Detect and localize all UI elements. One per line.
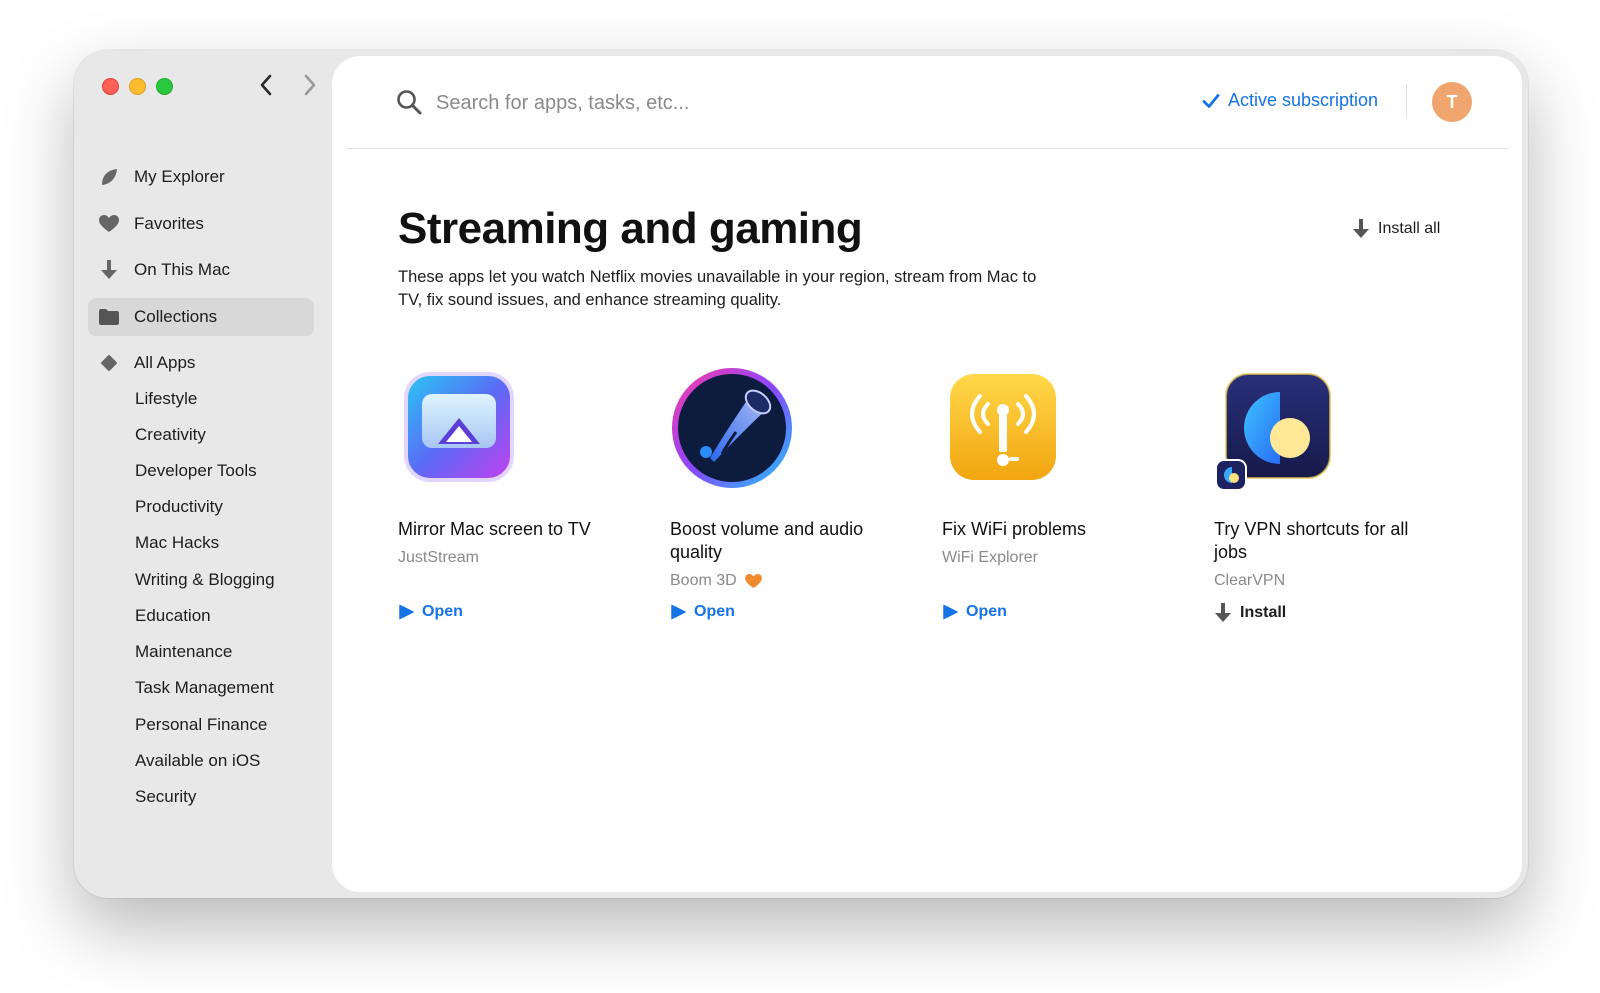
- play-icon: [399, 604, 414, 620]
- app-card-boom3d[interactable]: Boost volume and audio quality Boom 3D O…: [670, 366, 910, 620]
- sidebar-category-productivity[interactable]: Productivity: [135, 496, 223, 518]
- sidebar-item-on-this-mac[interactable]: On This Mac: [88, 251, 314, 289]
- user-avatar[interactable]: T: [1432, 82, 1472, 122]
- sidebar-category-lifestyle[interactable]: Lifestyle: [135, 388, 197, 410]
- history-navigation: [254, 70, 322, 100]
- sidebar-category-personal-finance[interactable]: Personal Finance: [135, 714, 267, 736]
- sidebar-item-label: All Apps: [134, 353, 196, 372]
- chevron-left-icon: [260, 74, 272, 96]
- sidebar-item-label: Collections: [134, 307, 218, 326]
- minimize-window-button[interactable]: [129, 78, 146, 95]
- search-input[interactable]: [434, 84, 958, 122]
- app-task-title: Mirror Mac screen to TV: [398, 519, 591, 539]
- main-content: Active subscription T Streaming and gami…: [332, 56, 1522, 892]
- play-icon: [943, 604, 958, 620]
- download-arrow-icon: [98, 259, 120, 281]
- diamond-icon: [98, 352, 120, 374]
- juststream-icon: [398, 366, 522, 490]
- collection-description: These apps let you watch Netflix movies …: [398, 268, 1037, 309]
- sidebar-item-collections[interactable]: Collections: [88, 298, 314, 336]
- sidebar-category-education[interactable]: Education: [135, 605, 211, 627]
- sidebar-category-mac-hacks[interactable]: Mac Hacks: [135, 532, 219, 554]
- sidebar-item-favorites[interactable]: Favorites: [88, 205, 314, 243]
- sidebar-item-my-explorer[interactable]: My Explorer: [88, 158, 314, 196]
- zoom-window-button[interactable]: [156, 78, 173, 95]
- app-name: JustStream: [398, 549, 479, 566]
- back-button[interactable]: [254, 70, 278, 100]
- boom3d-icon: [670, 366, 794, 490]
- install-all-label: Install all: [1378, 220, 1441, 237]
- subscription-label: Active subscription: [1228, 90, 1379, 110]
- wifi-explorer-icon: [942, 366, 1066, 490]
- install-button[interactable]: Install: [1214, 603, 1286, 623]
- sidebar-category-security[interactable]: Security: [135, 786, 196, 808]
- favorite-heart-icon: [744, 573, 762, 588]
- app-name: Boom 3D: [670, 572, 762, 590]
- sidebar-category-maintenance[interactable]: Maintenance: [135, 641, 232, 663]
- app-task-title: Try VPN shortcuts for all jobs: [1214, 519, 1409, 562]
- sidebar-item-label: My Explorer: [134, 167, 225, 186]
- sidebar-category-task-management[interactable]: Task Management: [135, 677, 274, 699]
- sidebar-category-writing-blogging[interactable]: Writing & Blogging: [135, 569, 275, 591]
- sidebar-item-label: Favorites: [134, 214, 204, 233]
- app-card-wifi-explorer[interactable]: Fix WiFi problems WiFi Explorer Open: [942, 366, 1182, 620]
- top-bar: Active subscription T: [346, 56, 1508, 149]
- sidebar-item-label: On This Mac: [134, 260, 231, 279]
- app-task-title: Boost volume and audio quality: [670, 519, 864, 562]
- app-name: ClearVPN: [1214, 572, 1286, 589]
- app-card-juststream[interactable]: Mirror Mac screen to TV JustStream Open: [398, 366, 638, 620]
- install-all-button[interactable]: Install all: [1352, 219, 1440, 239]
- subscription-status[interactable]: Active subscription: [1202, 90, 1378, 111]
- leaf-icon: [98, 166, 120, 188]
- search-icon: [396, 89, 422, 120]
- clearvpn-icon: [1214, 366, 1338, 491]
- window-controls: [102, 78, 173, 95]
- open-button[interactable]: Open: [398, 603, 463, 621]
- chevron-right-icon: [304, 74, 316, 96]
- open-button[interactable]: Open: [670, 603, 735, 621]
- divider: [1406, 84, 1407, 118]
- folder-icon: [98, 306, 120, 328]
- sidebar-item-all-apps[interactable]: All Apps: [88, 344, 314, 382]
- download-arrow-icon: [1353, 219, 1369, 238]
- play-icon: [671, 604, 686, 620]
- app-name: WiFi Explorer: [942, 549, 1039, 566]
- sidebar-category-available-on-ios[interactable]: Available on iOS: [135, 750, 260, 772]
- open-button[interactable]: Open: [942, 603, 1007, 621]
- sidebar-category-creativity[interactable]: Creativity: [135, 424, 206, 446]
- forward-button[interactable]: [298, 70, 322, 100]
- app-card-clearvpn[interactable]: Try VPN shortcuts for all jobs ClearVPN …: [1214, 366, 1454, 622]
- heart-icon: [98, 213, 120, 235]
- close-window-button[interactable]: [102, 78, 119, 95]
- collection-title: Streaming and gaming: [398, 204, 863, 253]
- app-task-title: Fix WiFi problems: [942, 519, 1087, 539]
- download-arrow-icon: [1215, 603, 1231, 622]
- sidebar-category-developer-tools[interactable]: Developer Tools: [135, 460, 257, 482]
- checkmark-icon: [1202, 93, 1220, 108]
- sidebar: My Explorer Favorites On This Mac Collec…: [74, 50, 332, 898]
- app-window: My Explorer Favorites On This Mac Collec…: [74, 50, 1528, 898]
